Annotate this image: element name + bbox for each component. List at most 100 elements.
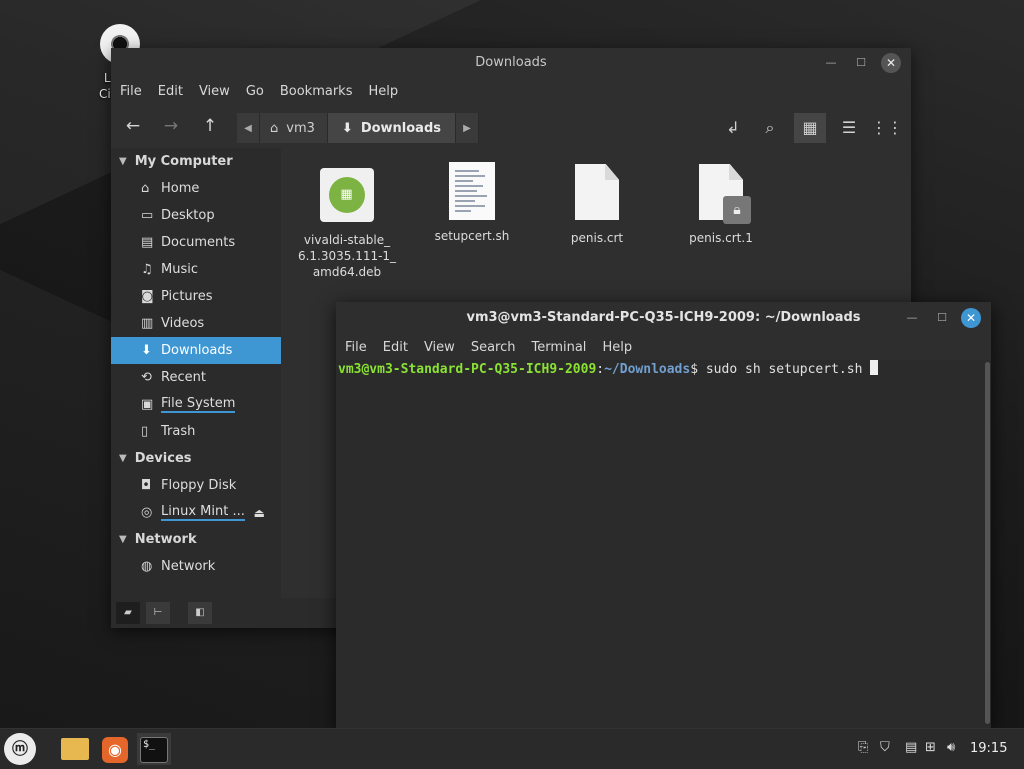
sidebar-item-file-system[interactable]: ▣ File System: [111, 391, 281, 418]
lock-icon: 🔒︎: [723, 196, 751, 224]
notes-icon[interactable]: ▤: [905, 740, 917, 755]
places-toggle-icon[interactable]: ▰: [116, 602, 140, 624]
back-arrow-icon[interactable]: ←: [120, 114, 146, 138]
close-button[interactable]: ✕: [961, 308, 981, 328]
tree-view-icon[interactable]: ⊢: [146, 602, 170, 624]
forward-arrow-icon[interactable]: →: [158, 114, 184, 138]
file-thumb: [444, 162, 500, 220]
menu-help[interactable]: Help: [602, 340, 632, 355]
collapse-triangle-icon: ▼: [119, 534, 127, 545]
menu-file[interactable]: File: [120, 84, 142, 99]
prompt-user: vm3@vm3-Standard-PC-Q35-ICH9-2009: [338, 362, 597, 377]
taskbar-files-app[interactable]: [58, 733, 92, 765]
terminal-output[interactable]: vm3@vm3-Standard-PC-Q35-ICH9-2009:~/Down…: [336, 360, 984, 728]
file-item-penis-crt[interactable]: penis.crt: [542, 164, 652, 246]
mint-menu-icon[interactable]: ⓜ: [4, 733, 36, 765]
menu-go[interactable]: Go: [246, 84, 264, 99]
window-title: Downloads: [475, 55, 547, 70]
breadcrumb-current[interactable]: ⬇ Downloads: [327, 113, 457, 143]
recent-icon: ⟲: [141, 370, 152, 385]
sidebar-item-downloads[interactable]: ⬇ Downloads: [111, 337, 281, 364]
maximize-button[interactable]: ☐: [851, 53, 871, 73]
menu-help[interactable]: Help: [368, 84, 398, 99]
places-sidebar: ▼ My Computer ⌂ Home ▭ Desktop ▤ Documents …: [111, 148, 281, 598]
sidebar-section-network[interactable]: ▼ Network: [111, 526, 281, 553]
file-name-line: 6.1.3035.111-1_: [297, 249, 397, 263]
collapse-triangle-icon: ▼: [119, 156, 127, 167]
menu-search[interactable]: Search: [471, 340, 516, 355]
terminal-titlebar[interactable]: vm3@vm3-Standard-PC-Q35-ICH9-2009: ~/Dow…: [336, 302, 991, 334]
panel-clock[interactable]: 19:15: [970, 741, 1007, 756]
shield-icon[interactable]: ⛉: [880, 740, 890, 755]
maximize-button[interactable]: ☐: [932, 308, 952, 328]
sidebar-item-trash[interactable]: ▯ Trash: [111, 418, 281, 445]
breadcrumb-left-arrow-icon[interactable]: ◀: [237, 113, 260, 143]
music-icon: ♫: [141, 262, 153, 277]
download-icon: ⬇: [141, 343, 152, 358]
breadcrumb-home[interactable]: ⌂ vm3: [260, 113, 328, 143]
sidebar-item-network[interactable]: ◍ Network: [111, 553, 281, 580]
icon-view-icon[interactable]: ▦: [794, 113, 826, 143]
script-file-icon: [449, 162, 495, 220]
hide-sidebar-icon[interactable]: ◧: [188, 602, 212, 624]
terminal-scrollbar[interactable]: [984, 360, 991, 728]
sidebar-item-music[interactable]: ♫ Music: [111, 256, 281, 283]
file-manager-menubar: File Edit View Go Bookmarks Help: [111, 78, 911, 104]
eject-icon[interactable]: ⏏: [254, 506, 265, 520]
sidebar-item-pictures[interactable]: ◙ Pictures: [111, 283, 281, 310]
menu-file[interactable]: File: [345, 340, 367, 355]
network-icon: ◍: [141, 559, 153, 574]
sidebar-item-label: Linux Mint ...: [161, 504, 245, 521]
menu-view[interactable]: View: [199, 84, 230, 99]
up-arrow-icon[interactable]: ↑: [197, 114, 223, 138]
floppy-icon: ◘: [141, 478, 152, 493]
sidebar-item-documents[interactable]: ▤ Documents: [111, 229, 281, 256]
file-item-penis-crt-1[interactable]: 🔒︎ penis.crt.1: [666, 164, 776, 246]
search-icon[interactable]: ⌕: [754, 113, 786, 143]
taskbar-terminal-app[interactable]: $_: [137, 733, 171, 765]
sidebar-item-label: File System: [161, 396, 236, 413]
toggle-location-icon[interactable]: ↲: [717, 113, 749, 143]
menu-edit[interactable]: Edit: [383, 340, 408, 355]
file-thumb: 🔒︎: [693, 164, 751, 224]
network-icon[interactable]: ⊞: [925, 740, 936, 755]
file-item-setupcert-sh[interactable]: setupcert.sh: [417, 162, 527, 244]
sidebar-item-desktop[interactable]: ▭ Desktop: [111, 202, 281, 229]
prompt-symbol: $: [690, 362, 706, 377]
sidebar-section-my-computer[interactable]: ▼ My Computer: [111, 148, 281, 175]
sidebar-item-home[interactable]: ⌂ Home: [111, 175, 281, 202]
sidebar-item-videos[interactable]: ▥ Videos: [111, 310, 281, 337]
sidebar-item-recent[interactable]: ⟲ Recent: [111, 364, 281, 391]
close-button[interactable]: ✕: [881, 53, 901, 73]
sidebar-item-label: Desktop: [161, 208, 215, 223]
breadcrumb-current-label: Downloads: [360, 120, 442, 136]
drive-icon: ▣: [141, 397, 154, 412]
sidebar-item-label: Home: [161, 181, 200, 196]
text-cursor: [870, 360, 879, 375]
sidebar-section-devices[interactable]: ▼ Devices: [111, 445, 281, 472]
sidebar-item-floppy-disk[interactable]: ◘ Floppy Disk: [111, 472, 281, 499]
file-manager-titlebar[interactable]: Downloads — ☐ ✕: [111, 48, 911, 78]
taskbar-firefox-app[interactable]: ◉: [98, 733, 132, 765]
prompt-path: ~/Downloads: [604, 362, 691, 377]
deb-package-icon: ▦: [320, 168, 374, 222]
file-thumb: ▦: [319, 166, 375, 224]
volume-icon[interactable]: 🔊︎: [947, 740, 955, 755]
scrollbar-thumb[interactable]: [985, 362, 990, 724]
file-item-vivaldi-deb[interactable]: ▦ vivaldi-stable_ 6.1.3035.111-1_ amd64.…: [292, 166, 402, 280]
breadcrumb-parent-label: vm3: [286, 120, 315, 136]
minimize-button[interactable]: —: [821, 53, 841, 73]
sidebar-item-label: Network: [161, 559, 216, 574]
menu-edit[interactable]: Edit: [158, 84, 183, 99]
sidebar-section-label: Devices: [134, 451, 192, 466]
compact-view-icon[interactable]: ⋮⋮: [871, 113, 903, 143]
list-view-icon[interactable]: ☰: [833, 113, 865, 143]
sidebar-section-label: My Computer: [134, 154, 233, 169]
minimize-button[interactable]: —: [902, 308, 922, 328]
menu-terminal[interactable]: Terminal: [531, 340, 586, 355]
clipboard-icon[interactable]: ⎘: [858, 740, 868, 755]
menu-bookmarks[interactable]: Bookmarks: [280, 84, 353, 99]
sidebar-item-linux-mint-disc[interactable]: ◎ Linux Mint ... ⏏: [111, 499, 281, 526]
breadcrumb-right-arrow-icon[interactable]: ▶: [456, 113, 480, 143]
menu-view[interactable]: View: [424, 340, 455, 355]
